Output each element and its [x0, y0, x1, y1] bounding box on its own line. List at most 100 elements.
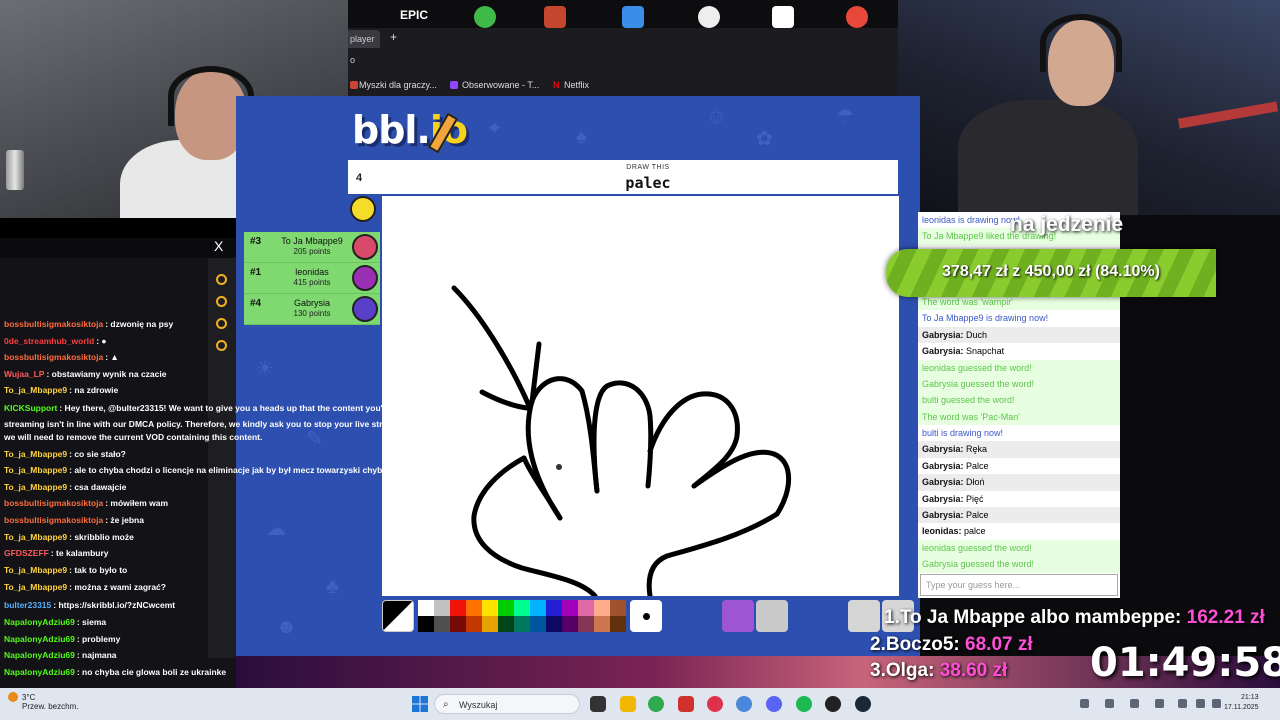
emote-icon[interactable] — [216, 274, 227, 285]
color-mint[interactable] — [514, 600, 530, 616]
chat-username[interactable]: 0de_streamhub_world — [4, 336, 94, 346]
browser-tab[interactable]: player — [348, 30, 380, 48]
spotify-icon[interactable] — [796, 696, 812, 712]
windows-start-icon[interactable] — [412, 696, 428, 712]
steam-icon[interactable] — [855, 696, 871, 712]
color-tan[interactable] — [594, 616, 610, 632]
pencil-tool-icon[interactable] — [722, 600, 754, 632]
stream-chat-message: Wujaa_LP: obstawiamy wynik na czacie — [4, 369, 166, 379]
volume-icon[interactable] — [1196, 699, 1205, 708]
brush-size-button[interactable] — [630, 600, 662, 632]
color-red[interactable] — [450, 600, 466, 616]
chat-username[interactable]: bossbultisigmakosiktoja — [4, 515, 103, 525]
color-yellow[interactable] — [482, 600, 498, 616]
bookmark-netflix[interactable]: Netflix — [564, 80, 589, 90]
epic-label[interactable]: EPIC — [400, 8, 428, 22]
app-icon-game[interactable] — [544, 6, 566, 28]
close-chat-button[interactable]: X — [214, 238, 223, 254]
color-darkbrown[interactable] — [610, 616, 626, 632]
chat-username[interactable]: To_ja_Mbappe9 — [4, 482, 67, 492]
gear-icon[interactable] — [216, 340, 227, 351]
chat-username[interactable]: To_ja_Mbappe9 — [4, 532, 67, 542]
player-avatar — [352, 234, 378, 260]
chat-username[interactable]: To_ja_Mbappe9 — [4, 582, 67, 592]
color-orange[interactable] — [466, 600, 482, 616]
puzzle-icon[interactable] — [216, 318, 227, 329]
chat-username[interactable]: NapalonyAdziu69 — [4, 650, 75, 660]
battery-icon[interactable] — [1212, 699, 1221, 708]
app-icon-blue[interactable] — [622, 6, 644, 28]
color-darkgreen[interactable] — [498, 616, 514, 632]
opera-icon[interactable] — [707, 696, 723, 712]
chat-username[interactable]: bulter23315 — [4, 600, 51, 610]
chat-username[interactable]: bossbultisigmakosiktoja — [4, 498, 103, 508]
color-green[interactable] — [498, 600, 514, 616]
app-icon-red[interactable] — [846, 6, 868, 28]
new-tab-button[interactable]: + — [390, 30, 397, 44]
color-plum[interactable] — [578, 616, 594, 632]
color-white[interactable] — [418, 600, 434, 616]
tray-icon[interactable] — [1155, 699, 1164, 708]
color-gold[interactable] — [482, 616, 498, 632]
chat-username[interactable]: GFDSZEFF — [4, 548, 49, 558]
chat-username[interactable]: KICKSupport — [4, 403, 57, 413]
chat-message: Gabrysia: Snapchat — [922, 346, 1005, 357]
player-row[interactable]: #3 To Ja Mbappe9 205 points — [244, 232, 380, 263]
chat-username[interactable]: NapalonyAdziu69 — [4, 667, 75, 677]
undo-icon[interactable] — [848, 600, 880, 632]
tray-icon[interactable] — [1080, 699, 1089, 708]
draw-this-label: DRAW THIS — [626, 164, 670, 171]
color-darkgray[interactable] — [434, 616, 450, 632]
chrome-icon[interactable] — [648, 696, 664, 712]
current-color-swatch[interactable] — [382, 600, 414, 632]
chat-username[interactable]: Wujaa_LP — [4, 369, 44, 379]
chat-username[interactable]: bossbultisigmakosiktoja — [4, 319, 103, 329]
wifi-icon[interactable] — [1178, 699, 1187, 708]
color-darkpurple[interactable] — [562, 616, 578, 632]
task-view-icon[interactable] — [590, 696, 606, 712]
drawing-stroke — [525, 376, 600, 521]
app-icon-green[interactable] — [474, 6, 496, 28]
file-explorer-icon[interactable] — [620, 696, 636, 712]
bookmark-obserwowane[interactable]: Obserwowane - T... — [462, 80, 539, 90]
guess-input[interactable]: Type your guess here... — [920, 574, 1118, 596]
chat-username[interactable]: bossbultisigmakosiktoja — [4, 352, 103, 362]
color-darkorange[interactable] — [466, 616, 482, 632]
chat-username[interactable]: To_ja_Mbappe9 — [4, 385, 67, 395]
color-pink[interactable] — [578, 600, 594, 616]
player-row[interactable]: #4 Gabrysia 130 points — [244, 294, 380, 325]
app-icon-circle[interactable] — [698, 6, 720, 28]
tray-icon[interactable] — [1130, 699, 1139, 708]
energy-can — [6, 150, 24, 190]
chat-username[interactable]: NapalonyAdziu69 — [4, 617, 75, 627]
color-navy[interactable] — [530, 616, 546, 632]
color-purple[interactable] — [562, 600, 578, 616]
weather-widget[interactable]: 3°C Przew. bezchm. — [8, 692, 78, 711]
player-row[interactable]: #1 leonidas 415 points — [244, 263, 380, 294]
taskbar-clock[interactable]: 21:13 17.11.2025 — [1224, 693, 1259, 713]
discord-icon[interactable] — [766, 696, 782, 712]
taskbar-search[interactable]: ⌕ Wyszukaj — [434, 694, 580, 714]
chat-username[interactable]: To_ja_Mbappe9 — [4, 565, 67, 575]
color-darkred[interactable] — [450, 616, 466, 632]
app-icon-blue[interactable] — [736, 696, 752, 712]
tray-icon[interactable] — [1105, 699, 1114, 708]
chat-username[interactable]: To_ja_Mbappe9 — [4, 465, 67, 475]
clock-icon[interactable] — [216, 296, 227, 307]
chat-username[interactable]: To_ja_Mbappe9 — [4, 449, 67, 459]
app-icon-document[interactable] — [772, 6, 794, 28]
color-brown[interactable] — [610, 600, 626, 616]
address-bar[interactable]: o — [348, 48, 898, 74]
color-blue[interactable] — [546, 600, 562, 616]
obs-icon[interactable] — [825, 696, 841, 712]
color-lightgray[interactable] — [434, 600, 450, 616]
color-teal[interactable] — [514, 616, 530, 632]
color-indigo[interactable] — [546, 616, 562, 632]
color-sky[interactable] — [530, 600, 546, 616]
bookmark-myszki[interactable]: Myszki dla graczy... — [359, 80, 437, 90]
fill-tool-icon[interactable] — [756, 600, 788, 632]
color-peach[interactable] — [594, 600, 610, 616]
color-black[interactable] — [418, 616, 434, 632]
chat-username[interactable]: NapalonyAdziu69 — [4, 634, 75, 644]
app-icon-red[interactable] — [678, 696, 694, 712]
